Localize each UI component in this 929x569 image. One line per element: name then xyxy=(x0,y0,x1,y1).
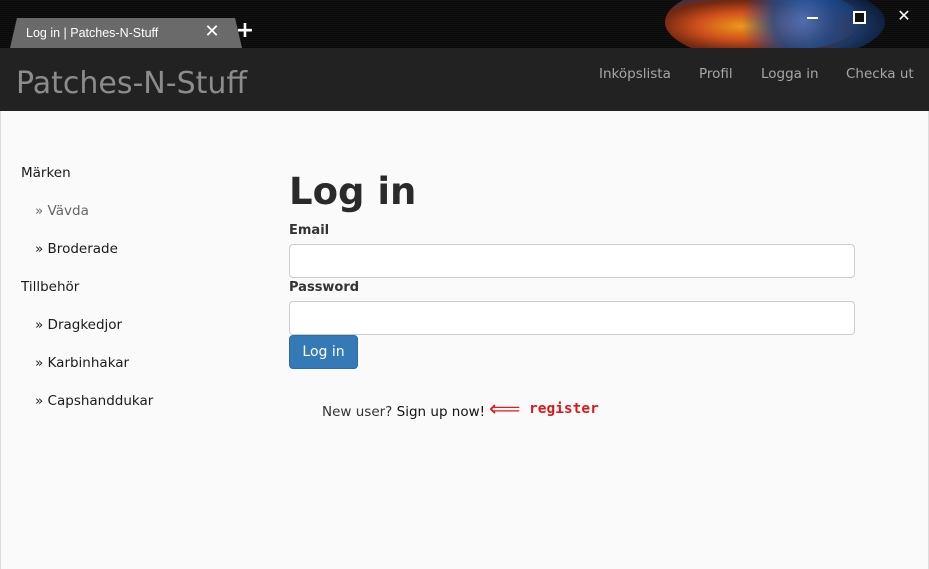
signup-link[interactable]: Sign up now! xyxy=(397,404,485,420)
signup-prompt: New user? Sign up now! xyxy=(322,404,485,420)
annotation-label: register xyxy=(529,401,599,417)
new-user-text: New user? xyxy=(322,404,393,420)
nav-link-logga-in[interactable]: Logga in xyxy=(761,66,819,82)
nav-link-profil[interactable]: Profil xyxy=(699,66,733,82)
nav-link-checka-ut[interactable]: Checka ut xyxy=(846,66,914,82)
sidebar-item-capshanddukar[interactable]: » Capshanddukar xyxy=(35,393,153,409)
browser-chrome: Log in | Patches-N-Stuff ✕ + ✕ xyxy=(0,0,929,48)
sidebar-item-karbinhakar[interactable]: » Karbinhakar xyxy=(35,355,129,371)
nav-link-inkopslista[interactable]: Inköpslista xyxy=(599,66,671,82)
browser-tab[interactable]: Log in | Patches-N-Stuff ✕ xyxy=(10,18,242,48)
sidebar-item-broderade[interactable]: » Broderade xyxy=(35,241,118,257)
password-field[interactable] xyxy=(289,301,855,335)
browser-theme-artwork-glow xyxy=(720,0,860,48)
minimize-icon[interactable] xyxy=(803,6,823,26)
sidebar-item-vavda[interactable]: » Vävda xyxy=(35,203,89,219)
login-button[interactable]: Log in xyxy=(289,335,358,369)
brand-link[interactable]: Patches-N-Stuff xyxy=(16,66,247,101)
close-tab-icon[interactable]: ✕ xyxy=(202,22,222,42)
sidebar-category-marken: Märken xyxy=(21,165,71,181)
password-label: Password xyxy=(289,280,360,295)
tab-title: Log in | Patches-N-Stuff xyxy=(26,26,159,40)
annotation-arrow-icon: ⟸ xyxy=(489,397,521,422)
sidebar-item-dragkedjor[interactable]: » Dragkedjor xyxy=(35,317,122,333)
email-label: Email xyxy=(289,223,330,238)
sidebar-category-tillbehor: Tillbehör xyxy=(21,279,80,295)
close-window-icon[interactable]: ✕ xyxy=(894,6,914,26)
maximize-icon[interactable] xyxy=(848,6,868,26)
site-navbar: Patches-N-Stuff Inköpslista Profil Logga… xyxy=(0,48,929,111)
page-title: Log in xyxy=(289,170,417,213)
page-frame xyxy=(0,111,929,569)
email-field[interactable] xyxy=(289,244,855,278)
new-tab-icon[interactable]: + xyxy=(234,20,256,42)
